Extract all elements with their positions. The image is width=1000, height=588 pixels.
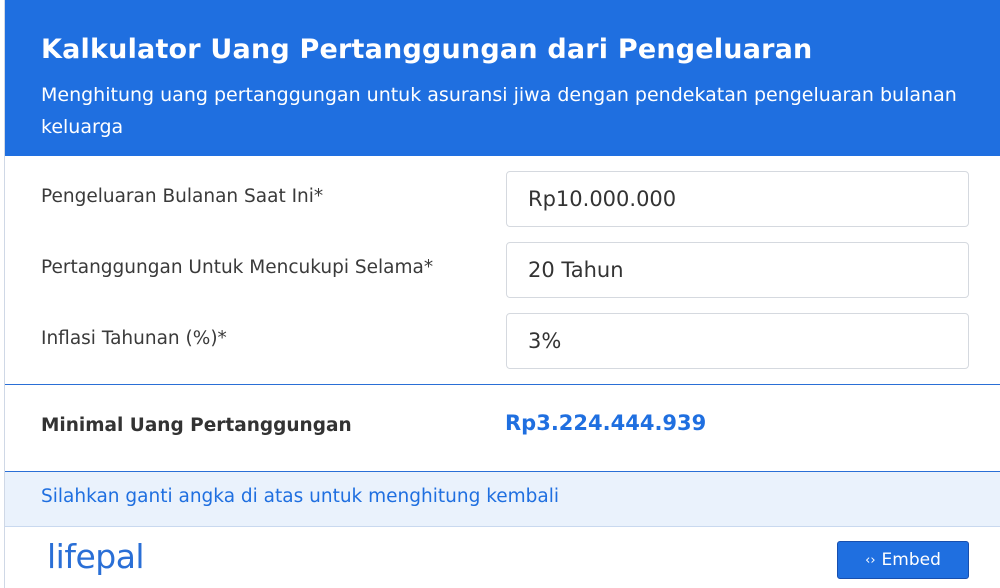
result-label: Minimal Uang Pertanggungan bbox=[41, 415, 352, 436]
coverage-duration-label: Pertanggungan Untuk Mencukupi Selama* bbox=[41, 257, 434, 278]
result-divider bbox=[5, 384, 1000, 385]
page-title: Kalkulator Uang Pertanggungan dari Penge… bbox=[41, 34, 813, 65]
result-value: Rp3.224.444.939 bbox=[505, 411, 707, 435]
monthly-expense-input[interactable] bbox=[506, 171, 969, 227]
embed-button[interactable]: ‹› Embed bbox=[837, 541, 969, 579]
annual-inflation-input[interactable] bbox=[506, 313, 969, 369]
calculator-widget: Kalkulator Uang Pertanggungan dari Penge… bbox=[4, 0, 1000, 588]
page-subtitle: Menghitung uang pertanggungan untuk asur… bbox=[41, 84, 957, 138]
annual-inflation-label: Inflasi Tahunan (%)* bbox=[41, 328, 227, 349]
embed-button-label: Embed bbox=[881, 550, 941, 570]
coverage-duration-input[interactable] bbox=[506, 242, 969, 298]
code-icon: ‹› bbox=[865, 552, 876, 568]
lifepal-logo: lifepal bbox=[47, 537, 145, 576]
info-note: Silahkan ganti angka di atas untuk mengh… bbox=[5, 471, 1000, 527]
monthly-expense-label: Pengeluaran Bulanan Saat Ini* bbox=[41, 186, 324, 207]
header: Kalkulator Uang Pertanggungan dari Penge… bbox=[5, 0, 1000, 156]
info-note-text: Silahkan ganti angka di atas untuk mengh… bbox=[41, 486, 560, 507]
